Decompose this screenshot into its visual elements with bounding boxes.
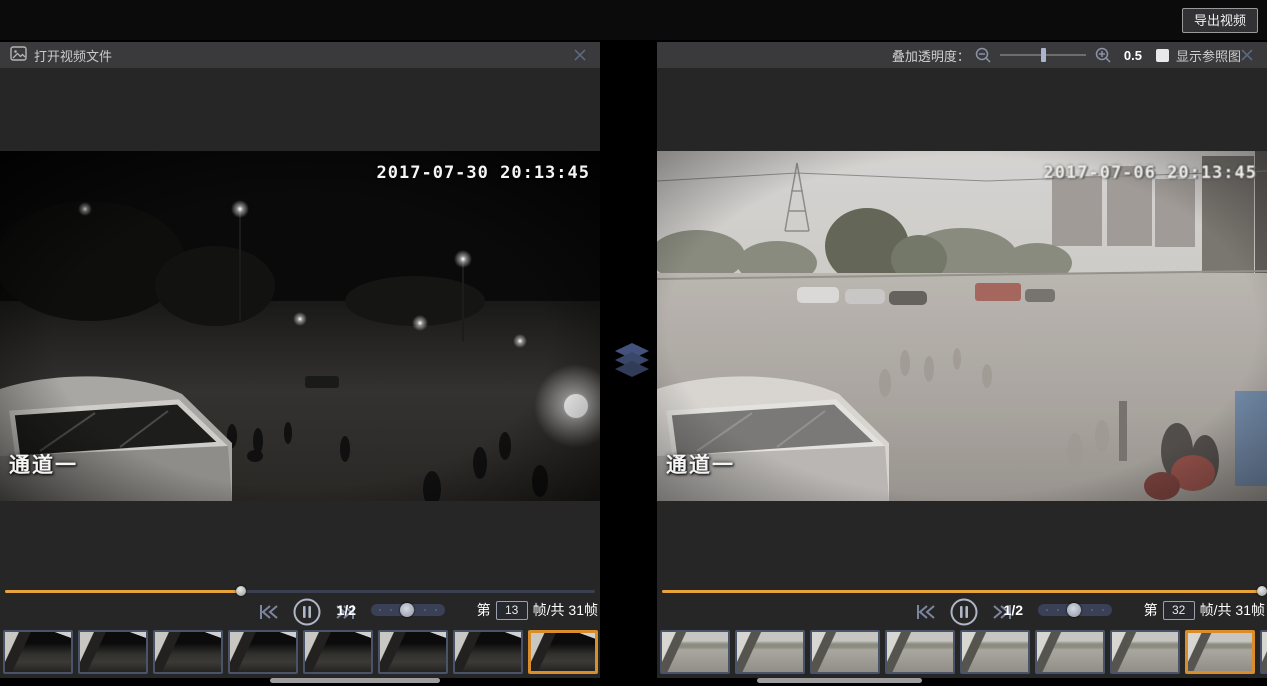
frame-total-label: 帧/共 31帧 bbox=[533, 600, 598, 620]
thumbnail[interactable] bbox=[453, 630, 523, 674]
left-video-frame[interactable]: 2017-07-30 20:13:45 通道一 bbox=[0, 151, 600, 501]
left-panel-header: 打开视频文件 bbox=[0, 42, 600, 68]
frame-number-input[interactable] bbox=[496, 601, 528, 620]
thumbnail[interactable] bbox=[153, 630, 223, 674]
speed-label: 1/2 bbox=[1004, 602, 1023, 618]
right-channel-label: 通道一 bbox=[666, 449, 735, 479]
show-reference-checkbox[interactable] bbox=[1156, 49, 1169, 62]
open-video-file-label: 打开视频文件 bbox=[34, 46, 112, 65]
show-reference-label: 显示参照图 bbox=[1176, 46, 1241, 65]
top-bar: 导出视频 bbox=[0, 0, 1267, 40]
image-file-icon bbox=[10, 46, 27, 64]
thumbnail[interactable] bbox=[735, 630, 805, 674]
left-playback-controls: 1/2 第 帧/共 31帧 bbox=[0, 598, 600, 630]
left-progress-bar[interactable] bbox=[5, 585, 595, 597]
frame-prefix-label: 第 bbox=[1144, 600, 1158, 620]
speed-slider-knob[interactable] bbox=[1067, 603, 1081, 617]
thumbnail[interactable] bbox=[660, 630, 730, 674]
progress-knob[interactable] bbox=[236, 586, 246, 596]
night-scene-graphic bbox=[0, 151, 600, 501]
progress-fill bbox=[5, 590, 241, 593]
left-channel-label: 通道一 bbox=[9, 449, 78, 479]
right-progress-bar[interactable] bbox=[662, 585, 1262, 597]
thumbnail[interactable] bbox=[1260, 630, 1267, 674]
left-video-panel: 打开视频文件 bbox=[0, 42, 600, 678]
left-thumbnail-scrollbar[interactable] bbox=[270, 678, 440, 683]
thumbnail[interactable] bbox=[1110, 630, 1180, 674]
right-thumbnail-strip bbox=[657, 630, 1267, 676]
right-panel-close-icon[interactable] bbox=[1239, 47, 1255, 63]
speed-label: 1/2 bbox=[337, 602, 356, 618]
video-compare-app: 导出视频 打开视频文件 bbox=[0, 0, 1267, 686]
right-video-timestamp: 2017-07-06 20:13:45 bbox=[1044, 163, 1257, 183]
speed-slider-knob[interactable] bbox=[400, 603, 414, 617]
thumbnail[interactable] bbox=[885, 630, 955, 674]
pause-button[interactable] bbox=[293, 598, 321, 626]
right-playback-controls: 1/2 第 帧/共 31帧 bbox=[657, 598, 1267, 630]
overlay-opacity-label: 叠加透明度： bbox=[892, 46, 970, 65]
left-video-timestamp: 2017-07-30 20:13:45 bbox=[377, 163, 590, 183]
progress-knob[interactable] bbox=[1257, 586, 1267, 596]
right-panel-header: 叠加透明度： 0.5 显示参照图 bbox=[657, 42, 1267, 68]
thumbnail[interactable] bbox=[378, 630, 448, 674]
speed-slider[interactable] bbox=[371, 604, 445, 616]
thumbnail[interactable] bbox=[303, 630, 373, 674]
day-scene-graphic bbox=[657, 151, 1267, 501]
opacity-slider[interactable] bbox=[1000, 54, 1086, 56]
thumbnail[interactable] bbox=[810, 630, 880, 674]
opacity-decrease-icon[interactable] bbox=[974, 46, 992, 64]
speed-slider[interactable] bbox=[1038, 604, 1112, 616]
right-video-frame[interactable]: 2017-07-06 20:13:45 通道一 bbox=[657, 151, 1267, 501]
thumbnail-selected[interactable] bbox=[528, 630, 598, 674]
frame-total-label: 帧/共 31帧 bbox=[1200, 600, 1265, 620]
thumbnail[interactable] bbox=[228, 630, 298, 674]
pause-button[interactable] bbox=[950, 598, 978, 626]
thumbnail[interactable] bbox=[78, 630, 148, 674]
right-video-panel: 叠加透明度： 0.5 显示参照图 bbox=[657, 42, 1267, 678]
export-video-button[interactable]: 导出视频 bbox=[1182, 8, 1258, 33]
progress-fill bbox=[662, 590, 1262, 593]
frame-number-input[interactable] bbox=[1163, 601, 1195, 620]
opacity-increase-icon[interactable] bbox=[1094, 46, 1112, 64]
thumbnail-selected[interactable] bbox=[1185, 630, 1255, 674]
opacity-slider-knob[interactable] bbox=[1041, 48, 1046, 62]
previous-frame-button[interactable] bbox=[258, 604, 280, 620]
opacity-value: 0.5 bbox=[1124, 48, 1142, 63]
thumbnail[interactable] bbox=[3, 630, 73, 674]
previous-frame-button[interactable] bbox=[915, 604, 937, 620]
thumbnail[interactable] bbox=[1035, 630, 1105, 674]
thumbnail[interactable] bbox=[960, 630, 1030, 674]
layers-compare-icon bbox=[613, 343, 651, 379]
open-video-file-control[interactable]: 打开视频文件 bbox=[10, 46, 112, 65]
frame-prefix-label: 第 bbox=[477, 600, 491, 620]
left-thumbnail-strip bbox=[0, 630, 603, 676]
left-panel-close-icon[interactable] bbox=[572, 47, 588, 63]
right-thumbnail-scrollbar[interactable] bbox=[757, 678, 922, 683]
